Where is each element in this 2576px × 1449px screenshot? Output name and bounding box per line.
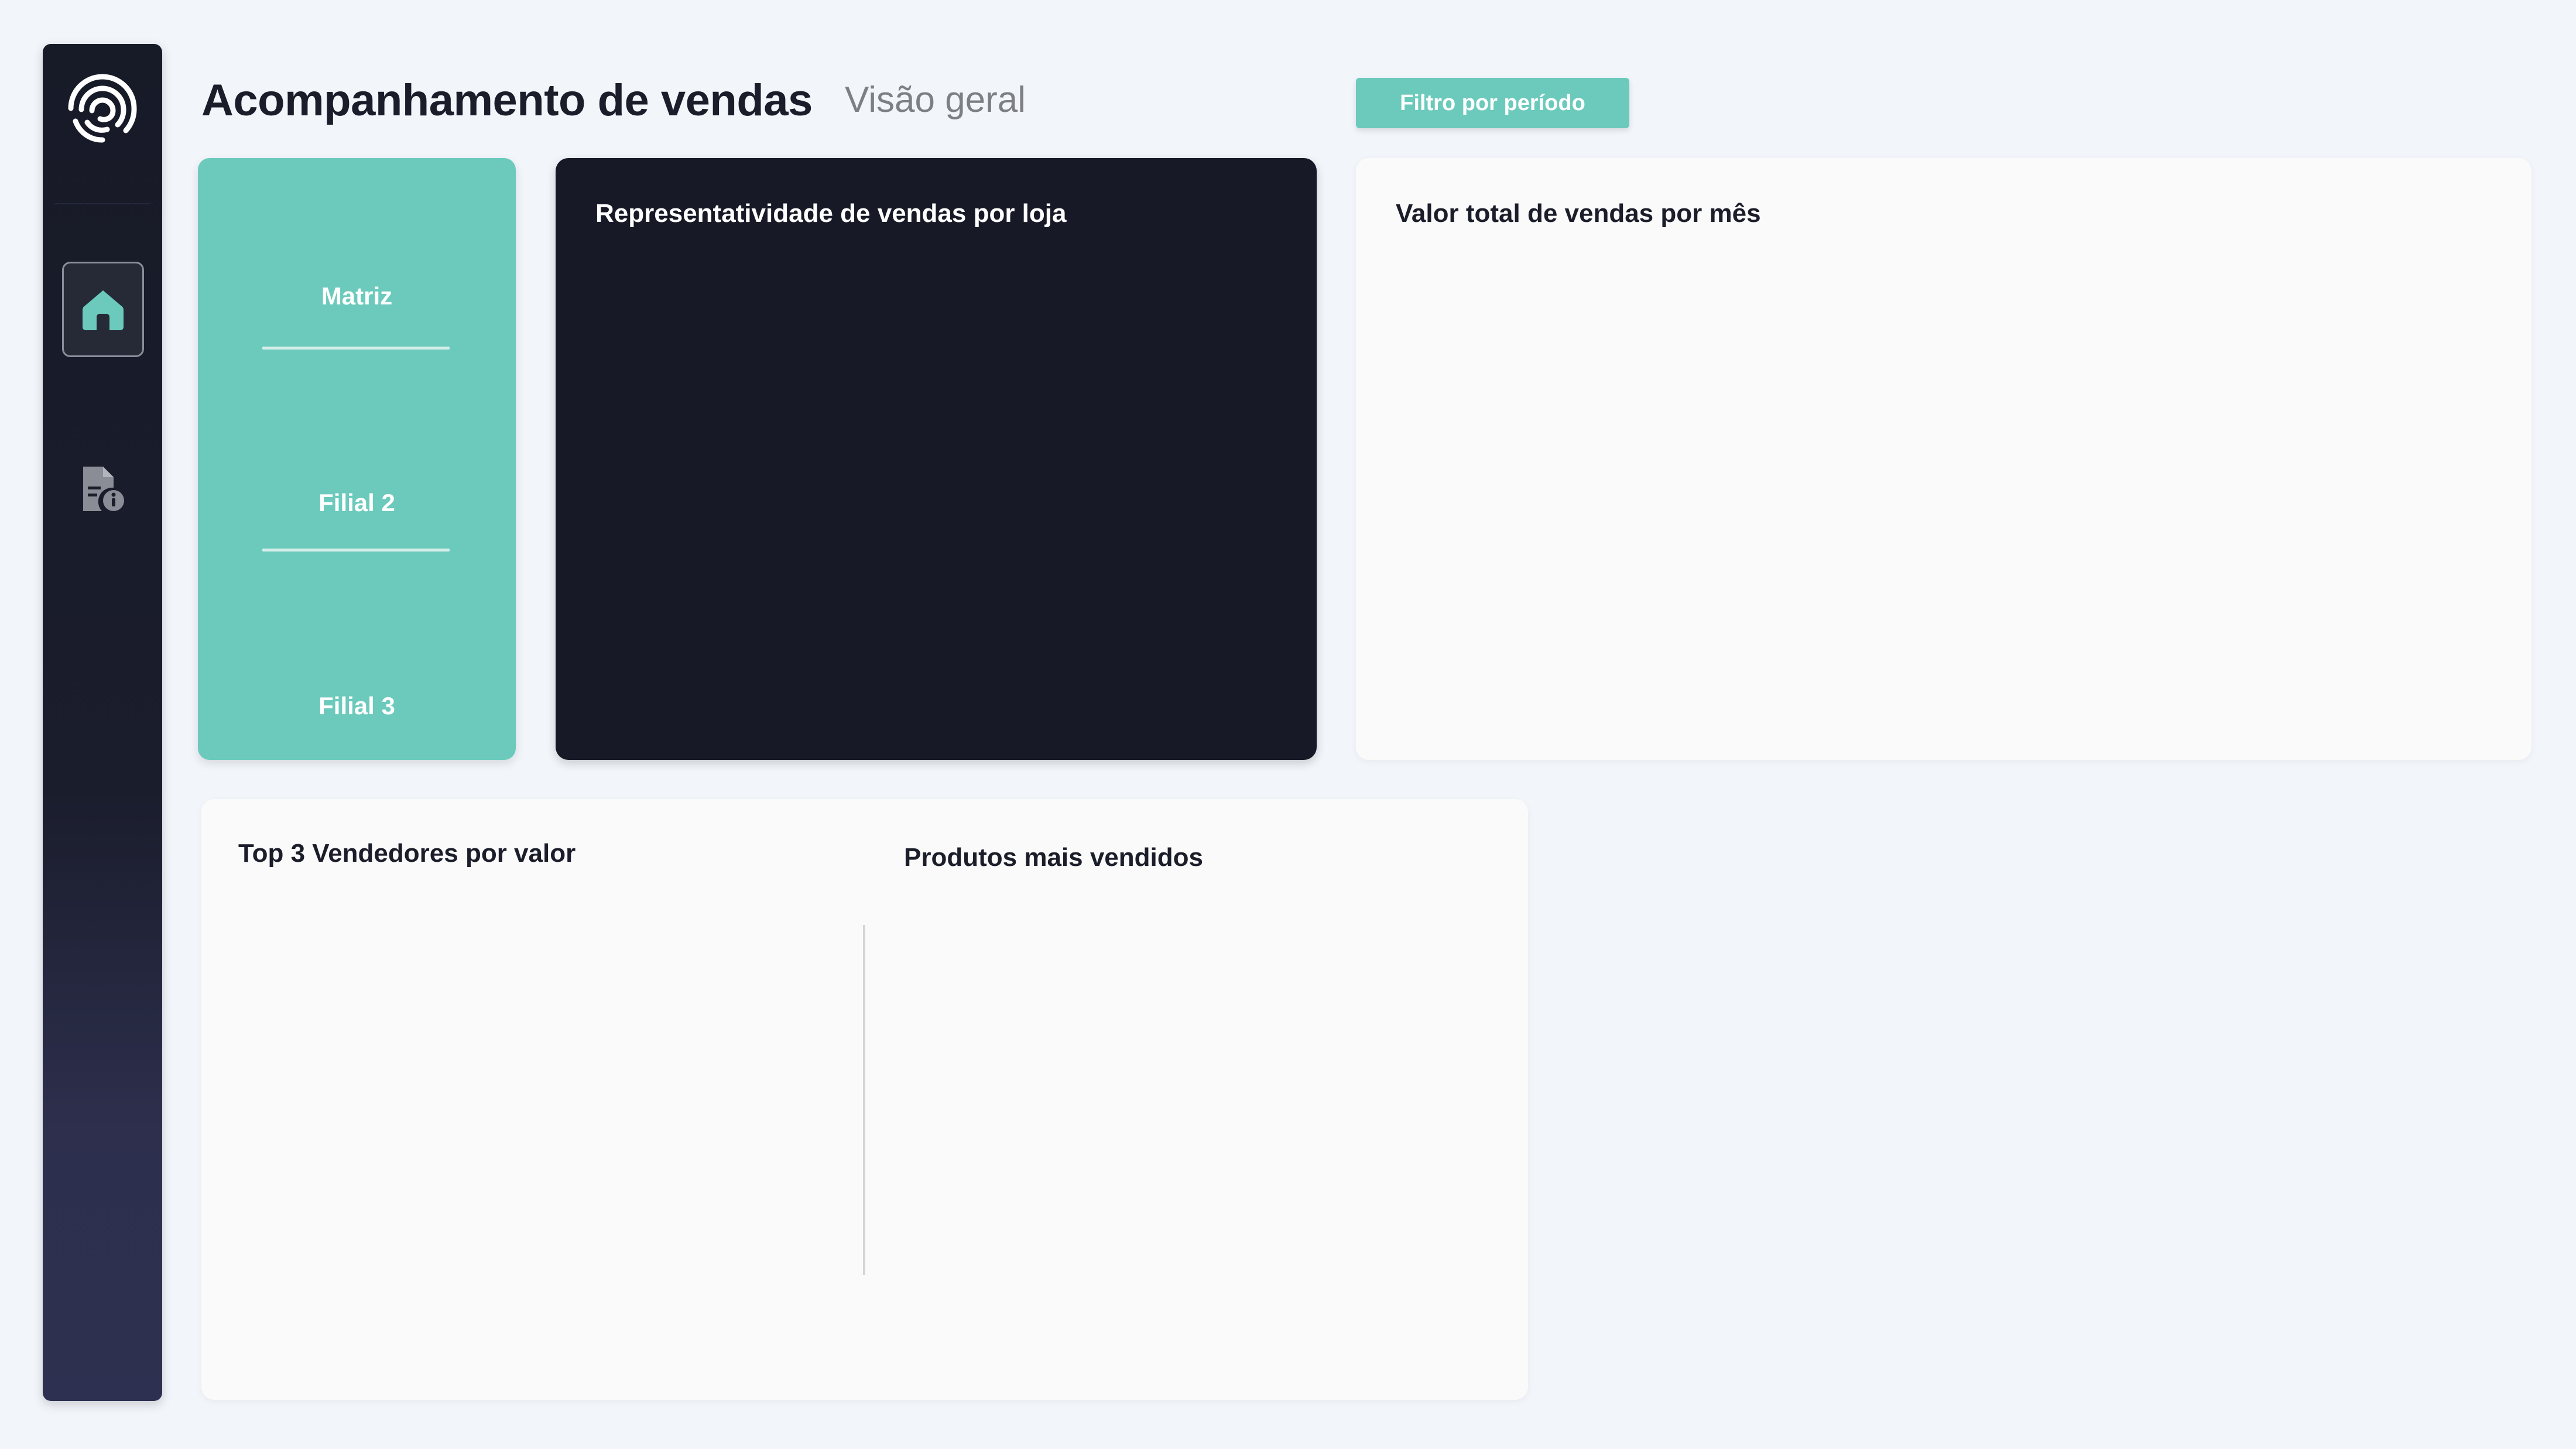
section-divider bbox=[863, 925, 865, 1275]
monthly-sales-title: Valor total de vendas por mês bbox=[1396, 199, 1761, 228]
store-divider bbox=[262, 549, 450, 551]
page-title: Acompanhamento de vendas bbox=[201, 76, 813, 125]
store-share-card: Representatividade de vendas por loja bbox=[556, 158, 1317, 760]
store-item-filial-3[interactable]: Filial 3 bbox=[198, 692, 516, 720]
nav-home-button[interactable] bbox=[62, 262, 144, 357]
nav-report-button[interactable] bbox=[72, 454, 134, 524]
store-divider bbox=[262, 347, 450, 350]
home-icon bbox=[83, 290, 124, 330]
fingerprint-logo-icon bbox=[61, 67, 143, 149]
report-info-icon bbox=[83, 467, 124, 511]
store-selector-card: Matriz Filial 2 Filial 3 bbox=[198, 158, 516, 760]
period-filter-button[interactable]: Filtro por período bbox=[1356, 78, 1629, 128]
top-sellers-title: Top 3 Vendedores por valor bbox=[238, 839, 576, 868]
top-products-title: Produtos mais vendidos bbox=[904, 843, 1203, 872]
store-item-filial-2[interactable]: Filial 2 bbox=[198, 489, 516, 517]
page-subtitle: Visão geral bbox=[845, 80, 1026, 120]
sidebar-divider bbox=[54, 203, 150, 204]
store-item-matriz[interactable]: Matriz bbox=[198, 282, 516, 310]
sidebar bbox=[43, 44, 162, 1401]
monthly-sales-card: Valor total de vendas por mês bbox=[1356, 158, 2532, 760]
store-share-title: Representatividade de vendas por loja bbox=[595, 199, 1067, 228]
